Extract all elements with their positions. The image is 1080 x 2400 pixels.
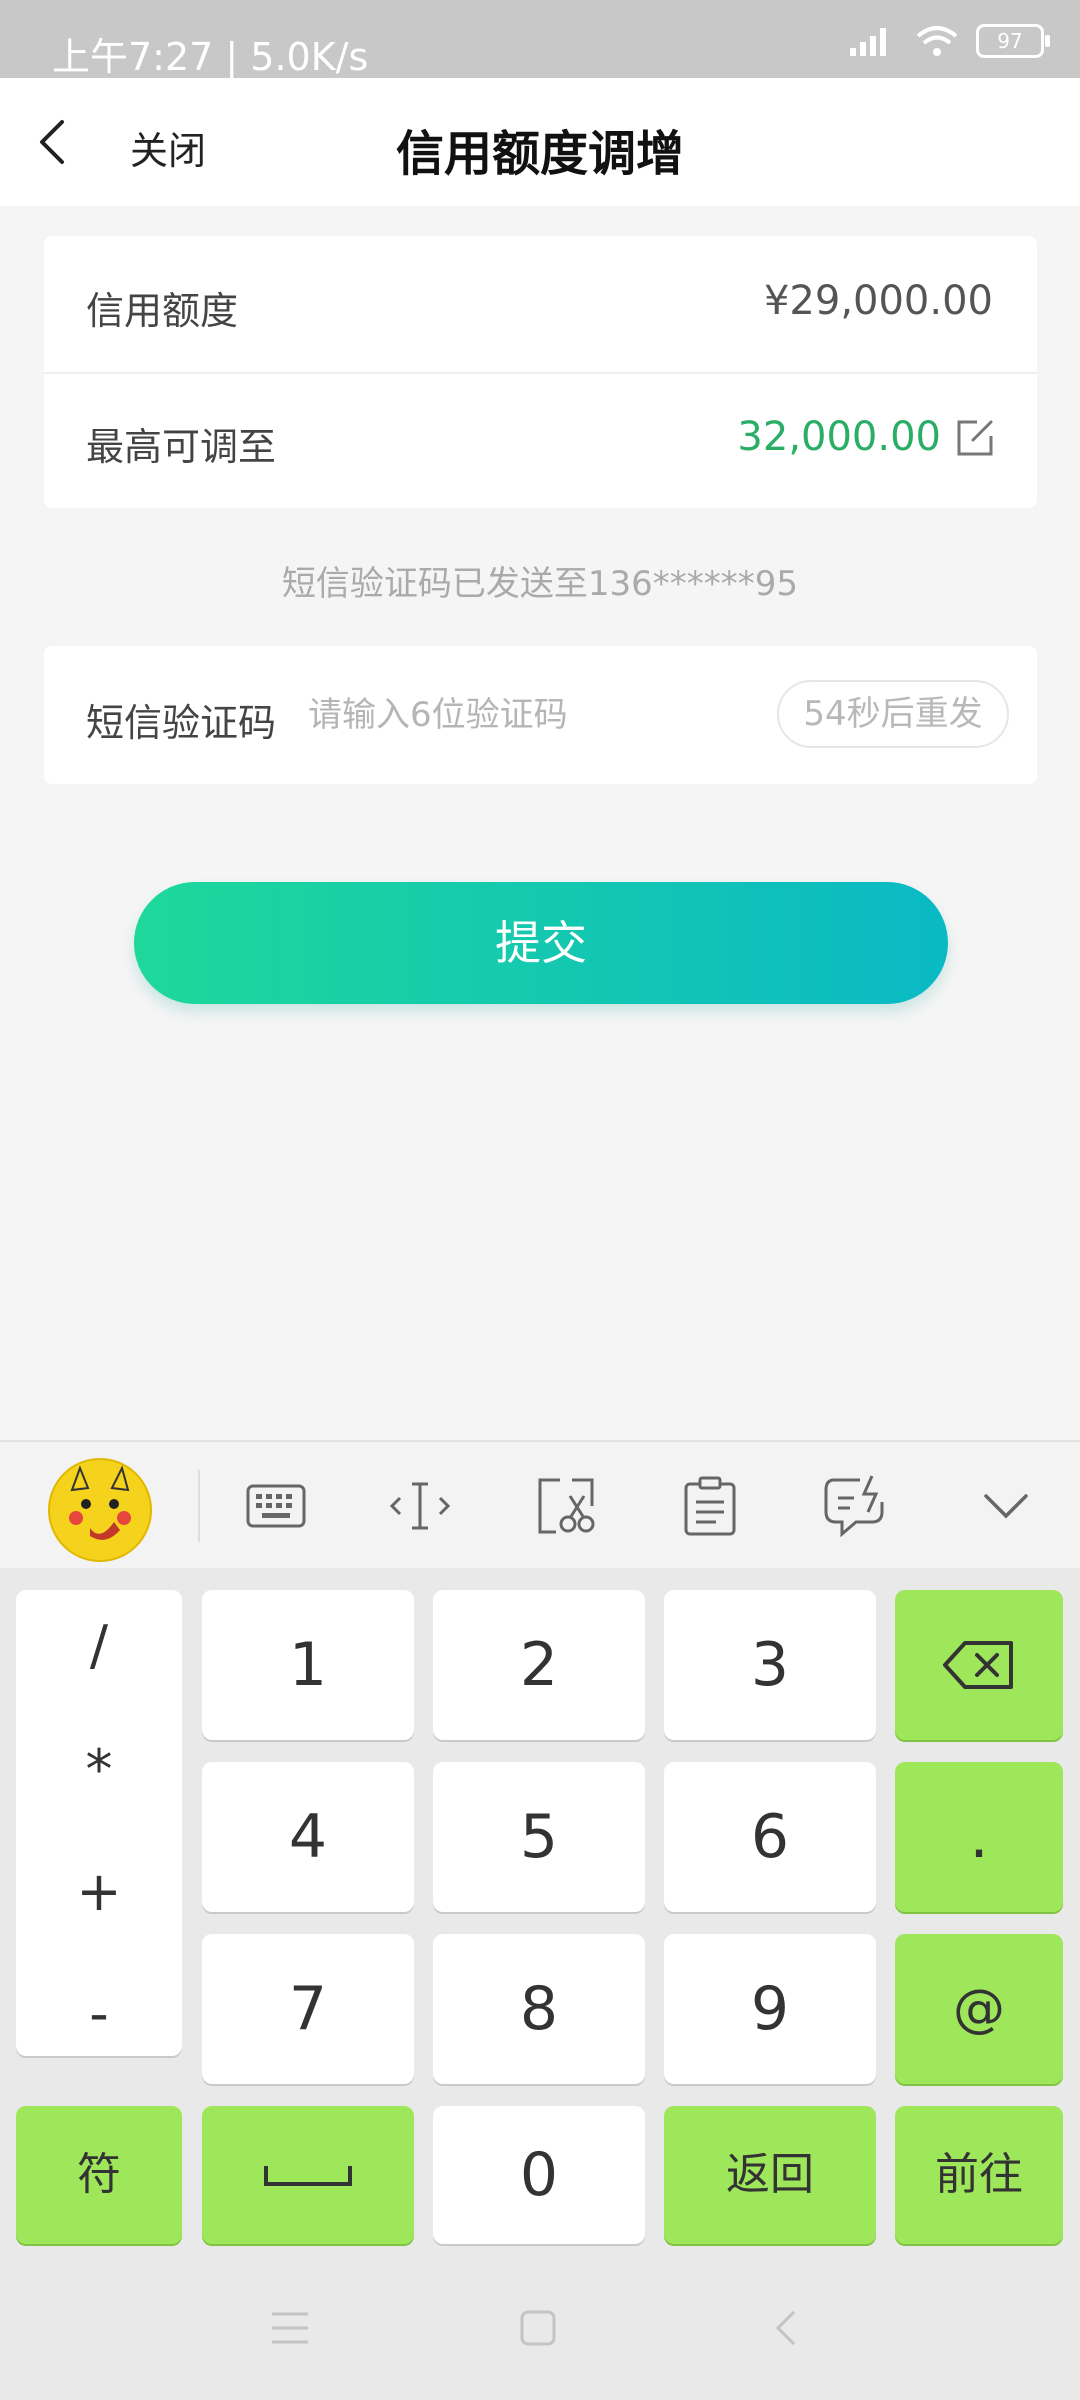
header: 关闭 信用额度调增 [0,78,1080,206]
key-symbols[interactable]: 符 [16,2106,182,2244]
max-limit-value: 32,000.00 [737,414,941,460]
page-title: 信用额度调增 [395,126,684,182]
sms-code-input[interactable] [306,682,760,748]
signal-icon [850,28,886,56]
clipboard-cut-icon[interactable] [532,1472,600,1540]
status-bar: 上午7:27 | 5.0K/s 97 [0,0,1080,79]
sms-code-label: 短信验证码 [86,701,277,745]
max-limit-label: 最高可调至 [86,425,277,469]
key-9[interactable]: 9 [664,1934,876,2084]
key-4[interactable]: 4 [202,1762,414,1912]
key-7[interactable]: 7 [202,1934,414,2084]
key-space[interactable] [202,2106,414,2244]
max-limit-row[interactable]: 最高可调至 32,000.00 [44,372,1037,508]
delete-key[interactable] [895,1590,1063,1740]
credit-info-card: 信用额度 ¥29,000.00 最高可调至 32,000.00 [44,236,1037,508]
key-3[interactable]: 3 [664,1590,876,1740]
toolbar-divider [198,1470,200,1542]
wifi-icon [916,26,958,56]
key-slash[interactable]: / [16,1614,182,1677]
credit-limit-row: 信用额度 ¥29,000.00 [44,236,1037,374]
backspace-icon [943,1641,1013,1689]
collapse-keyboard-icon[interactable] [972,1472,1040,1540]
key-2[interactable]: 2 [433,1590,645,1740]
key-6[interactable]: 6 [664,1762,876,1912]
status-time-speed: 上午7:27 | 5.0K/s [52,35,369,79]
sms-sent-hint: 短信验证码已发送至136******95 [281,564,799,604]
keyboard-icon[interactable] [242,1472,310,1540]
key-back[interactable]: 返回 [664,2106,876,2244]
cursor-move-icon[interactable] [386,1472,454,1540]
clipboard-icon[interactable] [676,1472,744,1540]
edit-icon[interactable] [955,418,995,458]
system-nav-bar [0,2258,1080,2400]
key-asterisk[interactable]: * [16,1738,182,1801]
key-plus[interactable]: + [16,1860,182,1923]
numeric-keyboard: / * + - 1 2 3 4 5 6 . 7 8 9 @ 符 0 返回 前往 [0,1568,1080,2258]
credit-limit-value: ¥29,000.00 [763,278,993,324]
space-icon [264,2166,352,2186]
home-icon[interactable] [516,2308,560,2348]
pikachu-avatar[interactable] [48,1458,152,1562]
keyboard-toolbar [0,1440,1080,1570]
submit-button[interactable]: 提交 [134,882,948,1004]
key-dot[interactable]: . [895,1762,1063,1912]
key-1[interactable]: 1 [202,1590,414,1740]
nav-back-icon[interactable] [766,2308,810,2348]
symbol-column-key[interactable]: / * + - [16,1590,182,2056]
key-0[interactable]: 0 [433,2106,645,2244]
sms-code-card: 短信验证码 54秒后重发 [44,646,1037,784]
key-8[interactable]: 8 [433,1934,645,2084]
key-5[interactable]: 5 [433,1762,645,1912]
quick-reply-icon[interactable] [820,1472,888,1540]
key-go[interactable]: 前往 [895,2106,1063,2244]
credit-limit-label: 信用额度 [86,289,239,333]
battery-icon: 97 [976,24,1050,58]
menu-icon[interactable] [268,2308,312,2348]
status-icons: 97 [846,24,1050,58]
resend-button[interactable]: 54秒后重发 [777,680,1009,748]
key-at[interactable]: @ [895,1934,1063,2084]
key-minus[interactable]: - [16,1982,182,2045]
